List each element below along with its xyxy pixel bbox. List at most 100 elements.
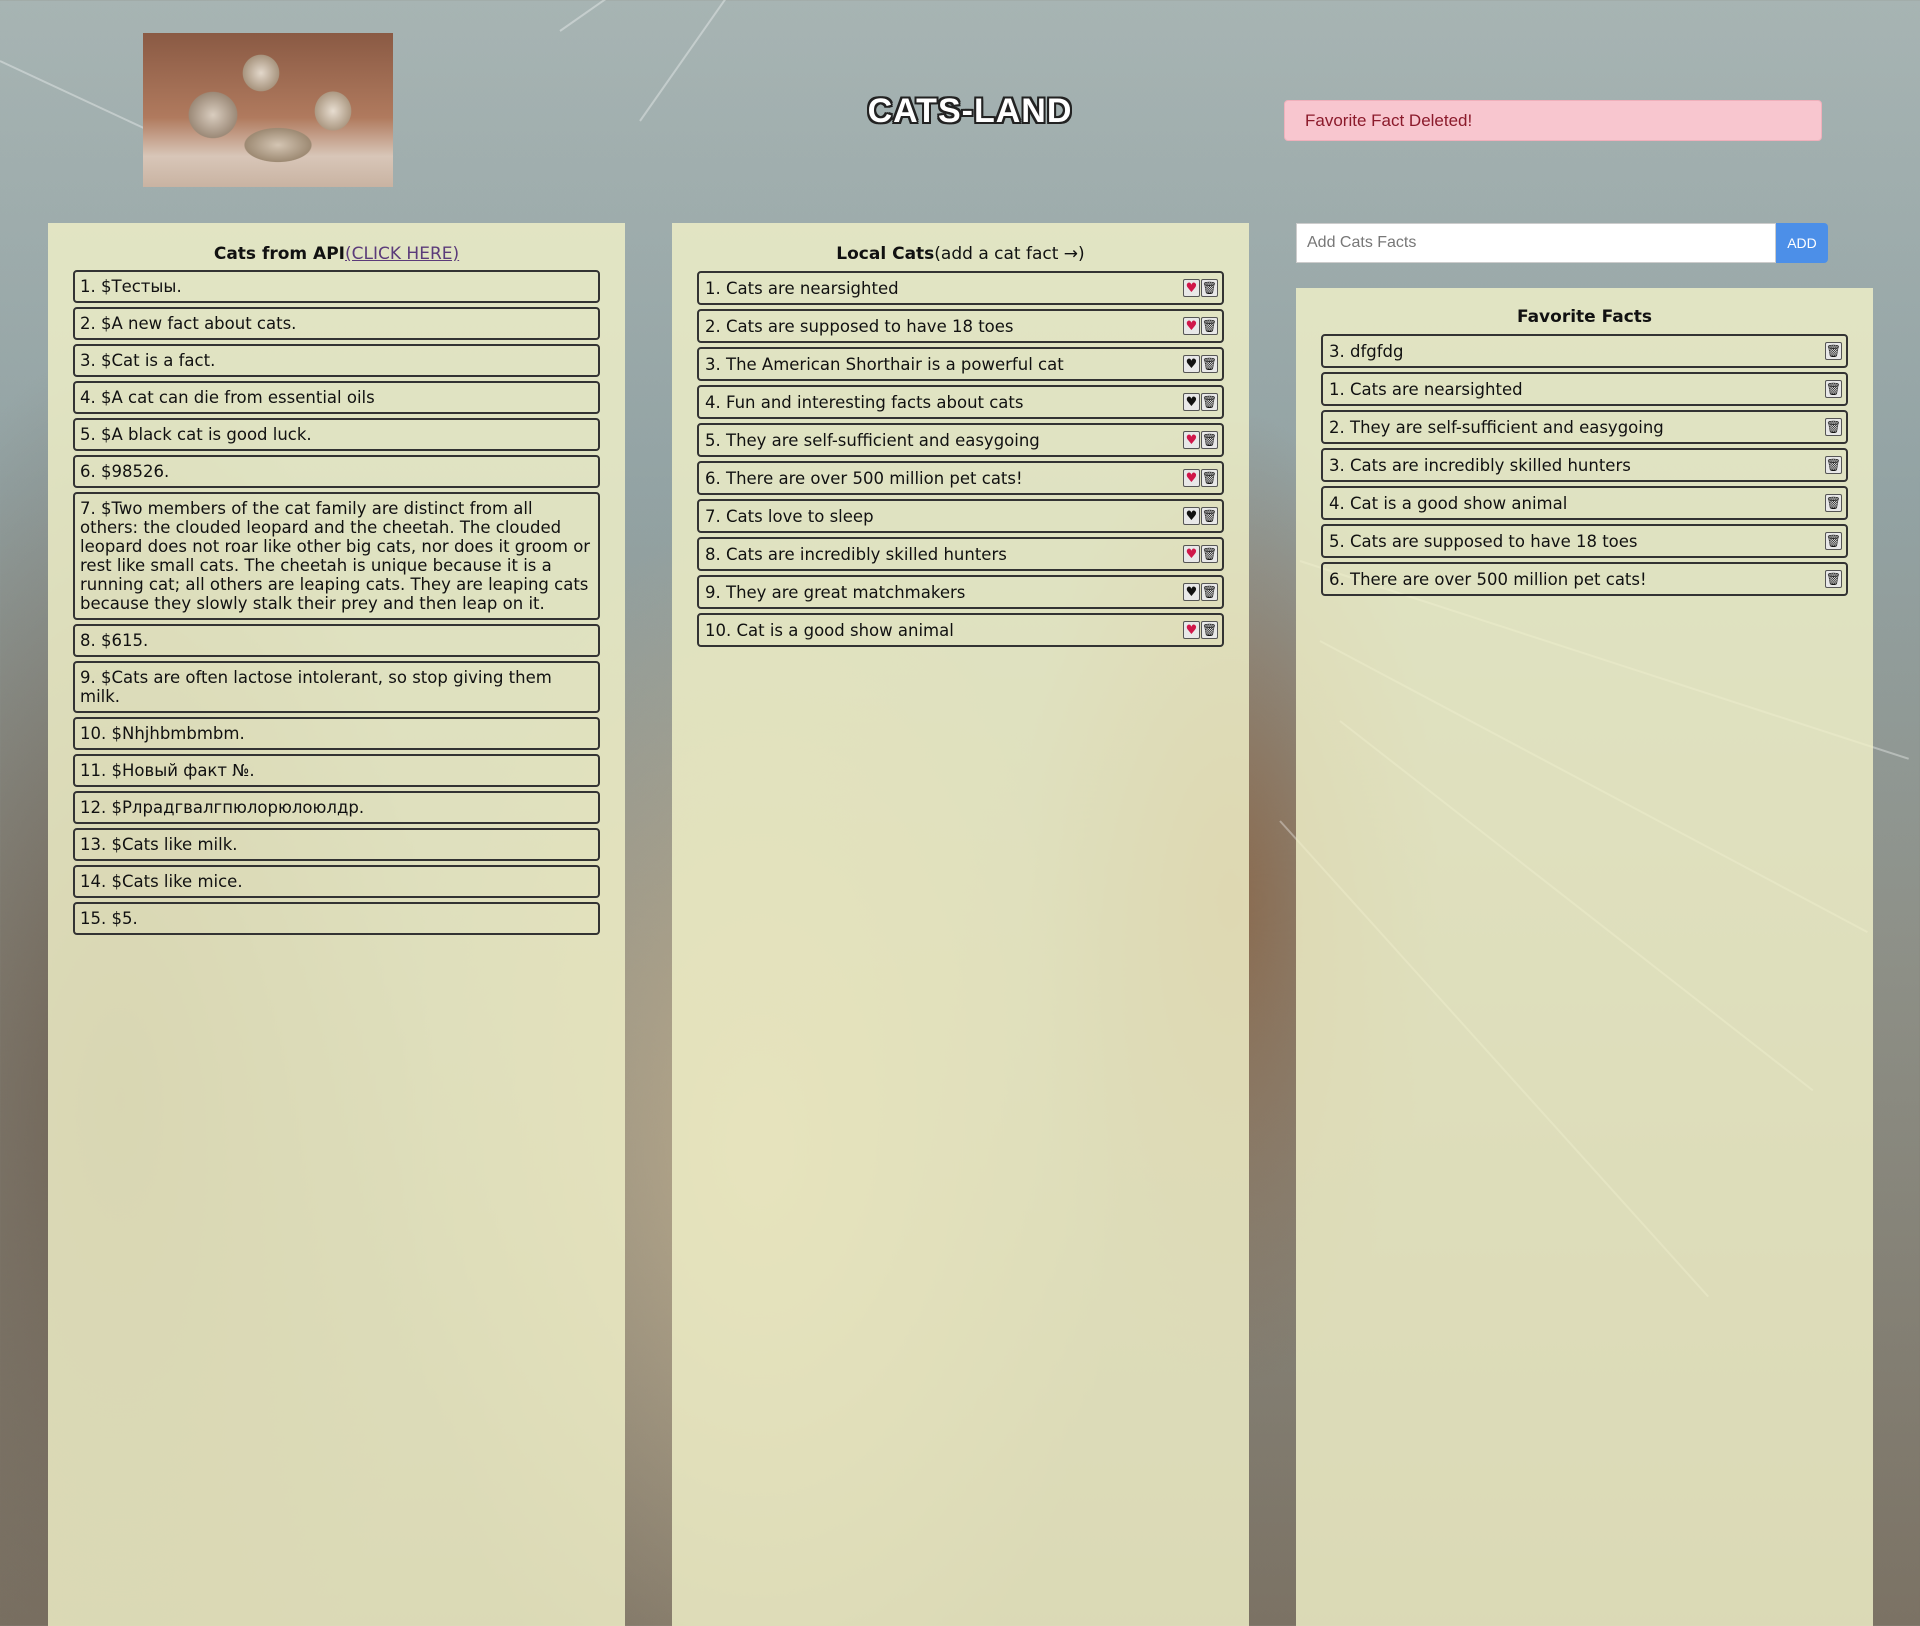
- local-fact-text: 3. The American Shorthair is a powerful …: [705, 355, 1064, 374]
- trash-icon[interactable]: 🗑: [1825, 342, 1842, 360]
- local-fact-text: 5. They are self-sufficient and easygoin…: [705, 431, 1040, 450]
- favorite-fact-item: 6. There are over 500 million pet cats! 🗑: [1321, 562, 1848, 596]
- favorite-fact-item: 3. Cats are incredibly skilled hunters 🗑: [1321, 448, 1848, 482]
- local-fact-item: 2. Cats are supposed to have 18 toes ♥ 🗑: [697, 309, 1224, 343]
- local-panel-subtitle: (add a cat fact →): [934, 244, 1085, 264]
- local-fact-actions: ♥ 🗑: [1183, 507, 1218, 525]
- trash-icon[interactable]: 🗑: [1825, 570, 1842, 588]
- trash-icon[interactable]: 🗑: [1201, 355, 1218, 373]
- local-fact-actions: ♥ 🗑: [1183, 355, 1218, 373]
- trash-icon[interactable]: 🗑: [1825, 494, 1842, 512]
- background-whisker: [559, 0, 905, 32]
- favorite-fact-text: 5. Cats are supposed to have 18 toes: [1329, 532, 1638, 551]
- trash-icon[interactable]: 🗑: [1201, 393, 1218, 411]
- local-fact-actions: ♥ 🗑: [1183, 317, 1218, 335]
- heart-icon[interactable]: ♥: [1183, 279, 1200, 297]
- deleted-alert: Favorite Fact Deleted!: [1284, 100, 1822, 141]
- heart-icon[interactable]: ♥: [1183, 355, 1200, 373]
- api-fact-item: 3. $Cat is a fact.: [73, 344, 600, 377]
- trash-icon[interactable]: 🗑: [1201, 469, 1218, 487]
- favorite-fact-item: 4. Cat is a good show animal 🗑: [1321, 486, 1848, 520]
- local-fact-text: 2. Cats are supposed to have 18 toes: [705, 317, 1014, 336]
- favorite-fact-text: 6. There are over 500 million pet cats!: [1329, 570, 1647, 589]
- heart-icon[interactable]: ♥: [1183, 393, 1200, 411]
- local-fact-item: 9. They are great matchmakers ♥ 🗑: [697, 575, 1224, 609]
- api-fact-item: 15. $5.: [73, 902, 600, 935]
- favorite-fact-actions: 🗑: [1825, 570, 1842, 588]
- local-fact-text: 7. Cats love to sleep: [705, 507, 874, 526]
- add-fact-button[interactable]: ADD: [1776, 223, 1828, 263]
- local-fact-item: 5. They are self-sufficient and easygoin…: [697, 423, 1224, 457]
- heart-icon[interactable]: ♥: [1183, 583, 1200, 601]
- api-fact-item: 4. $A cat can die from essential oils: [73, 381, 600, 414]
- heart-icon[interactable]: ♥: [1183, 507, 1200, 525]
- heart-icon[interactable]: ♥: [1183, 621, 1200, 639]
- favorite-fact-list: 3. dfgfdg 🗑 1. Cats are nearsighted 🗑 2. The…: [1321, 334, 1848, 596]
- trash-icon[interactable]: 🗑: [1825, 532, 1842, 550]
- trash-icon[interactable]: 🗑: [1201, 583, 1218, 601]
- api-fact-item: 7. $Two members of the cat family are di…: [73, 492, 600, 620]
- local-fact-text: 10. Cat is a good show animal: [705, 621, 954, 640]
- heart-icon[interactable]: ♥: [1183, 317, 1200, 335]
- local-fact-text: 6. There are over 500 million pet cats!: [705, 469, 1023, 488]
- trash-icon[interactable]: 🗑: [1201, 431, 1218, 449]
- local-cats-panel: Local Cats(add a cat fact →) 1. Cats are…: [672, 223, 1249, 1626]
- favorite-fact-text: 2. They are self-sufficient and easygoin…: [1329, 418, 1664, 437]
- local-fact-actions: ♥ 🗑: [1183, 545, 1218, 563]
- local-fact-item: 10. Cat is a good show animal ♥ 🗑: [697, 613, 1224, 647]
- favorite-fact-item: 2. They are self-sufficient and easygoin…: [1321, 410, 1848, 444]
- heart-icon[interactable]: ♥: [1183, 545, 1200, 563]
- local-fact-actions: ♥ 🗑: [1183, 583, 1218, 601]
- local-fact-item: 4. Fun and interesting facts about cats ♥…: [697, 385, 1224, 419]
- trash-icon[interactable]: 🗑: [1825, 418, 1842, 436]
- api-panel-header: Cats from API(CLICK HERE): [73, 244, 600, 266]
- favorite-fact-actions: 🗑: [1825, 494, 1842, 512]
- local-fact-actions: ♥ 🗑: [1183, 469, 1218, 487]
- api-fact-item: 10. $Nhjhbmbmbm.: [73, 717, 600, 750]
- local-fact-list: 1. Cats are nearsighted ♥ 🗑 2. Cats are sup…: [697, 271, 1224, 647]
- trash-icon[interactable]: 🗑: [1201, 621, 1218, 639]
- favorite-fact-item: 3. dfgfdg 🗑: [1321, 334, 1848, 368]
- favorite-fact-actions: 🗑: [1825, 380, 1842, 398]
- api-panel-title: Cats from API: [213, 244, 346, 264]
- local-fact-item: 1. Cats are nearsighted ♥ 🗑: [697, 271, 1224, 305]
- local-fact-item: 8. Cats are incredibly skilled hunters ♥ 🗑: [697, 537, 1224, 571]
- trash-icon[interactable]: 🗑: [1201, 545, 1218, 563]
- favorite-fact-actions: 🗑: [1825, 342, 1842, 360]
- local-fact-actions: ♥ 🗑: [1183, 393, 1218, 411]
- api-fact-item: 8. $615.: [73, 624, 600, 657]
- favorites-panel-title: Favorite Facts: [1516, 307, 1653, 327]
- trash-icon[interactable]: 🗑: [1201, 279, 1218, 297]
- favorite-fact-actions: 🗑: [1825, 456, 1842, 474]
- favorite-fact-text: 4. Cat is a good show animal: [1329, 494, 1568, 513]
- local-fact-text: 8. Cats are incredibly skilled hunters: [705, 545, 1007, 564]
- local-fact-text: 9. They are great matchmakers: [705, 583, 966, 602]
- trash-icon[interactable]: 🗑: [1825, 456, 1842, 474]
- trash-icon[interactable]: 🗑: [1201, 507, 1218, 525]
- local-fact-actions: ♥ 🗑: [1183, 621, 1218, 639]
- local-fact-item: 6. There are over 500 million pet cats! ♥…: [697, 461, 1224, 495]
- local-fact-item: 7. Cats love to sleep ♥ 🗑: [697, 499, 1224, 533]
- api-fact-item: 1. $Тестыы.: [73, 270, 600, 303]
- local-panel-title: Local Cats: [836, 244, 935, 264]
- heart-icon[interactable]: ♥: [1183, 431, 1200, 449]
- api-cats-panel: Cats from API(CLICK HERE) 1. $Тестыы. 2. …: [48, 223, 625, 1626]
- api-fact-item: 9. $Cats are often lactose intolerant, s…: [73, 661, 600, 713]
- favorites-panel-header: Favorite Facts: [1321, 307, 1848, 329]
- api-click-here-link[interactable]: (CLICK HERE): [345, 244, 459, 264]
- local-fact-text: 1. Cats are nearsighted: [705, 279, 899, 298]
- api-fact-item: 6. $98526.: [73, 455, 600, 488]
- local-panel-header: Local Cats(add a cat fact →): [697, 244, 1224, 266]
- api-fact-item: 11. $Новый факт №.: [73, 754, 600, 787]
- add-fact-input[interactable]: [1296, 223, 1776, 263]
- trash-icon[interactable]: 🗑: [1825, 380, 1842, 398]
- favorite-fact-text: 3. Cats are incredibly skilled hunters: [1329, 456, 1631, 475]
- favorite-facts-panel: Favorite Facts 3. dfgfdg 🗑 1. Cats are nea…: [1296, 288, 1873, 1626]
- favorite-fact-item: 1. Cats are nearsighted 🗑: [1321, 372, 1848, 406]
- heart-icon[interactable]: ♥: [1183, 469, 1200, 487]
- local-fact-actions: ♥ 🗑: [1183, 431, 1218, 449]
- api-fact-item: 13. $Cats like milk.: [73, 828, 600, 861]
- trash-icon[interactable]: 🗑: [1201, 317, 1218, 335]
- api-fact-item: 12. $Рлрадгвалгпюлорюлоюлдр.: [73, 791, 600, 824]
- api-fact-item: 2. $A new fact about cats.: [73, 307, 600, 340]
